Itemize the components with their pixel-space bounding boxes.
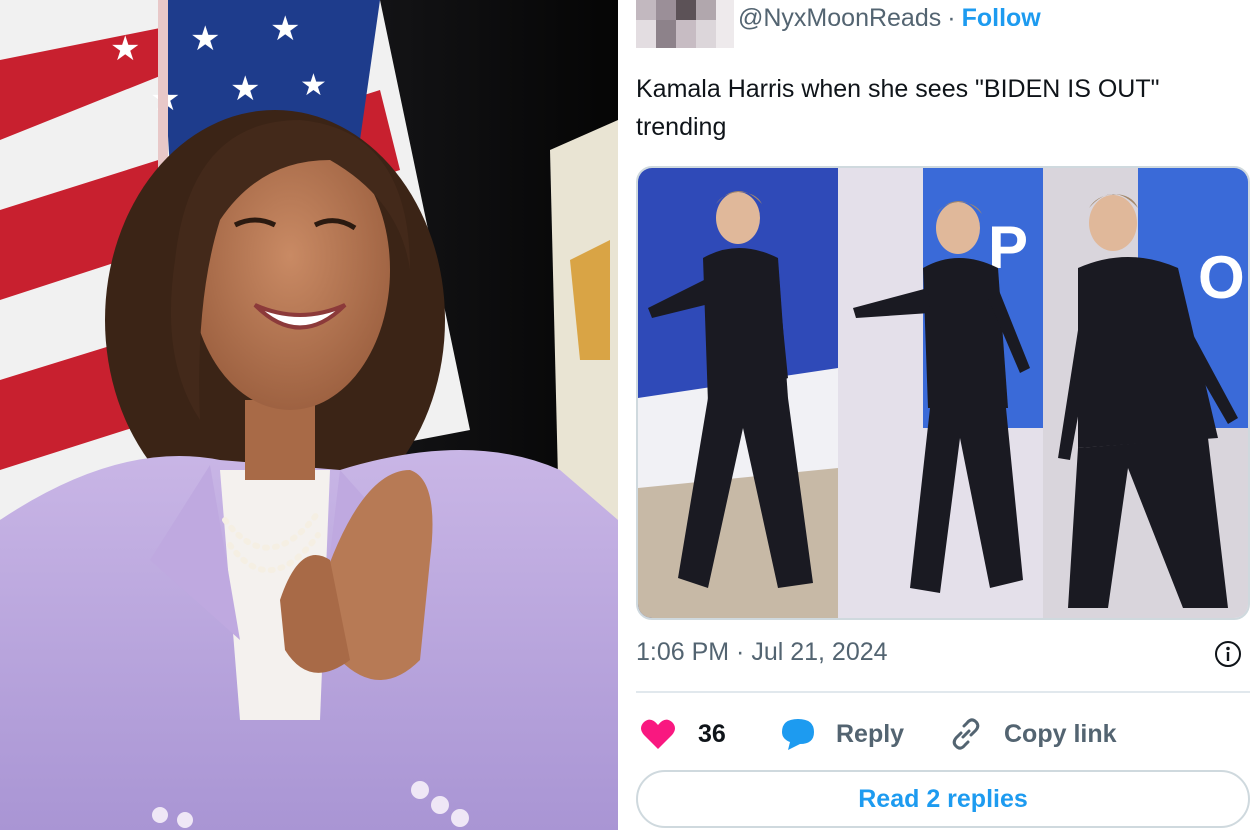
svg-text:O: O [1198, 244, 1245, 311]
reply-label: Reply [836, 719, 905, 748]
heart-icon [641, 719, 675, 749]
svg-text:★: ★ [230, 70, 260, 108]
tweet-timestamp[interactable]: 1:06 PM · Jul 21, 2024 [636, 638, 888, 667]
read-replies-button[interactable]: Read 2 replies [636, 770, 1250, 828]
copy-link-label: Copy link [1004, 719, 1117, 748]
author-row: @NyxMoonReads · Follow [738, 4, 1041, 33]
svg-text:★: ★ [270, 10, 300, 48]
svg-text:★: ★ [190, 20, 220, 58]
reply-button[interactable]: Reply [780, 714, 904, 754]
speech-bubble-icon [782, 719, 814, 750]
divider [636, 691, 1250, 693]
svg-text:★: ★ [300, 69, 327, 102]
news-photo: ★ ★ ★ ★ ★ ★ [0, 0, 618, 830]
like-button[interactable]: 36 [640, 714, 726, 754]
tweet-media[interactable]: P O [636, 166, 1250, 620]
svg-text:★: ★ [110, 30, 140, 68]
like-count: 36 [698, 719, 726, 748]
photo-illustration: ★ ★ ★ ★ ★ ★ [0, 0, 618, 830]
media-image: P O [638, 168, 1248, 618]
info-icon[interactable] [1214, 640, 1242, 668]
tweet-text: Kamala Harris when she sees "BIDEN IS OU… [636, 75, 1160, 141]
follow-button[interactable]: Follow [962, 4, 1041, 32]
tweet-card: @NyxMoonReads · Follow Kamala Harris when … [618, 0, 1250, 830]
copy-link-button[interactable]: Copy link [948, 714, 1117, 754]
link-icon [952, 718, 980, 750]
author-handle[interactable]: @NyxMoonReads [738, 4, 941, 32]
separator-dot: · [947, 4, 956, 32]
avatar[interactable] [636, 0, 734, 48]
